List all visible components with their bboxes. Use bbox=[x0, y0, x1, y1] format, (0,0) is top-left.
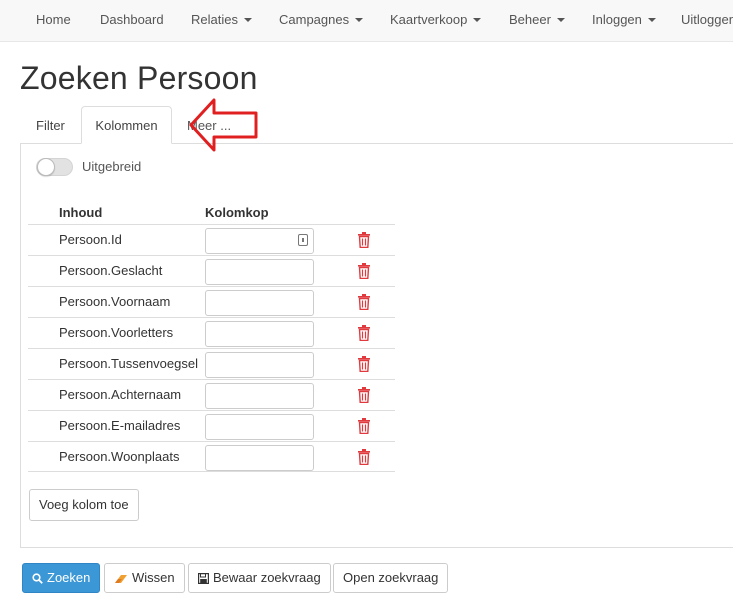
nav-campagnes[interactable]: Campagnes bbox=[279, 12, 364, 27]
row-inhoud: Persoon.Tussenvoegsel bbox=[59, 356, 198, 371]
table-row: Persoon.Achternaam bbox=[28, 379, 395, 410]
search-button[interactable]: Zoeken bbox=[22, 563, 101, 593]
caret-down-icon bbox=[355, 18, 364, 22]
row-inhoud: Persoon.Voornaam bbox=[59, 294, 171, 309]
save-query-button-label: Bewaar zoekvraag bbox=[213, 570, 321, 585]
caret-down-icon bbox=[243, 18, 252, 22]
tab-filter[interactable]: Filter bbox=[36, 109, 65, 144]
kolomkop-input[interactable] bbox=[205, 383, 314, 409]
column-header-inhoud: Inhoud bbox=[59, 205, 103, 220]
tab-kolommen[interactable]: Kolommen bbox=[81, 106, 172, 144]
search-button-label: Zoeken bbox=[47, 570, 91, 585]
annotation-arrow-icon bbox=[189, 98, 258, 152]
trash-icon[interactable] bbox=[358, 294, 370, 310]
page-title: Zoeken Persoon bbox=[20, 60, 258, 96]
kolomkop-input[interactable] bbox=[205, 445, 314, 471]
nav-relaties[interactable]: Relaties bbox=[191, 12, 252, 27]
open-query-button[interactable]: Open zoekvraag bbox=[333, 563, 449, 593]
nav-inloggen-label: Inloggen bbox=[592, 12, 642, 27]
nav-kaartverkoop-label: Kaartverkoop bbox=[390, 12, 468, 27]
top-navbar: Home Dashboard Relaties Campagnes Kaartv… bbox=[0, 0, 733, 42]
caret-down-icon bbox=[473, 18, 482, 22]
uitgebreid-toggle[interactable] bbox=[36, 158, 73, 176]
caret-down-icon bbox=[647, 18, 656, 22]
row-inhoud: Persoon.Achternaam bbox=[59, 387, 182, 402]
row-inhoud: Persoon.Woonplaats bbox=[59, 449, 180, 464]
nav-relaties-label: Relaties bbox=[191, 12, 238, 27]
search-icon bbox=[32, 573, 43, 584]
table-row: Persoon.Geslacht bbox=[28, 255, 395, 286]
table-row: Persoon.Tussenvoegsel bbox=[28, 348, 395, 379]
kolomkop-input[interactable] bbox=[205, 290, 314, 316]
row-inhoud: Persoon.Id bbox=[59, 232, 122, 247]
trash-icon[interactable] bbox=[358, 387, 370, 403]
nav-dashboard[interactable]: Dashboard bbox=[100, 12, 164, 27]
row-inhoud: Persoon.E-mailadres bbox=[59, 418, 181, 433]
kolomkop-input[interactable] bbox=[205, 414, 314, 440]
trash-icon[interactable] bbox=[358, 418, 370, 434]
trash-icon[interactable] bbox=[358, 325, 370, 341]
eraser-icon bbox=[115, 575, 127, 583]
floppy-disk-icon bbox=[198, 573, 209, 584]
table-row: Persoon.Voornaam bbox=[28, 286, 395, 317]
trash-icon[interactable] bbox=[358, 449, 370, 465]
add-column-button[interactable]: Voeg kolom toe bbox=[29, 489, 139, 521]
table-row: Persoon.E-mailadres bbox=[28, 410, 395, 441]
trash-icon[interactable] bbox=[358, 263, 370, 279]
toggle-knob bbox=[37, 158, 55, 176]
nav-uitloggen[interactable]: Uitloggen bbox=[681, 12, 733, 27]
kolomkop-input[interactable] bbox=[205, 321, 314, 347]
table-row: Persoon.Woonplaats bbox=[28, 441, 395, 472]
nav-beheer-label: Beheer bbox=[509, 12, 551, 27]
kolomkop-input[interactable] bbox=[205, 352, 314, 378]
nav-campagnes-label: Campagnes bbox=[279, 12, 350, 27]
row-inhoud: Persoon.Voorletters bbox=[59, 325, 174, 340]
nav-home[interactable]: Home bbox=[36, 12, 71, 27]
uitgebreid-label: Uitgebreid bbox=[82, 159, 142, 174]
column-header-kolomkop: Kolomkop bbox=[205, 205, 269, 220]
row-inhoud: Persoon.Geslacht bbox=[59, 263, 163, 278]
trash-icon[interactable] bbox=[358, 232, 370, 248]
nav-inloggen[interactable]: Inloggen bbox=[592, 12, 656, 27]
nav-kaartverkoop[interactable]: Kaartverkoop bbox=[390, 12, 482, 27]
table-row: Persoon.Voorletters bbox=[28, 317, 395, 348]
trash-icon[interactable] bbox=[358, 356, 370, 372]
caret-down-icon bbox=[556, 18, 565, 22]
nav-beheer[interactable]: Beheer bbox=[509, 12, 565, 27]
clear-button[interactable]: Wissen bbox=[104, 563, 185, 593]
contact-card-icon[interactable] bbox=[298, 234, 308, 246]
clear-button-label: Wissen bbox=[132, 570, 175, 585]
table-row: Persoon.Id bbox=[28, 224, 395, 255]
kolomkop-input[interactable] bbox=[205, 259, 314, 285]
save-query-button[interactable]: Bewaar zoekvraag bbox=[188, 563, 331, 593]
